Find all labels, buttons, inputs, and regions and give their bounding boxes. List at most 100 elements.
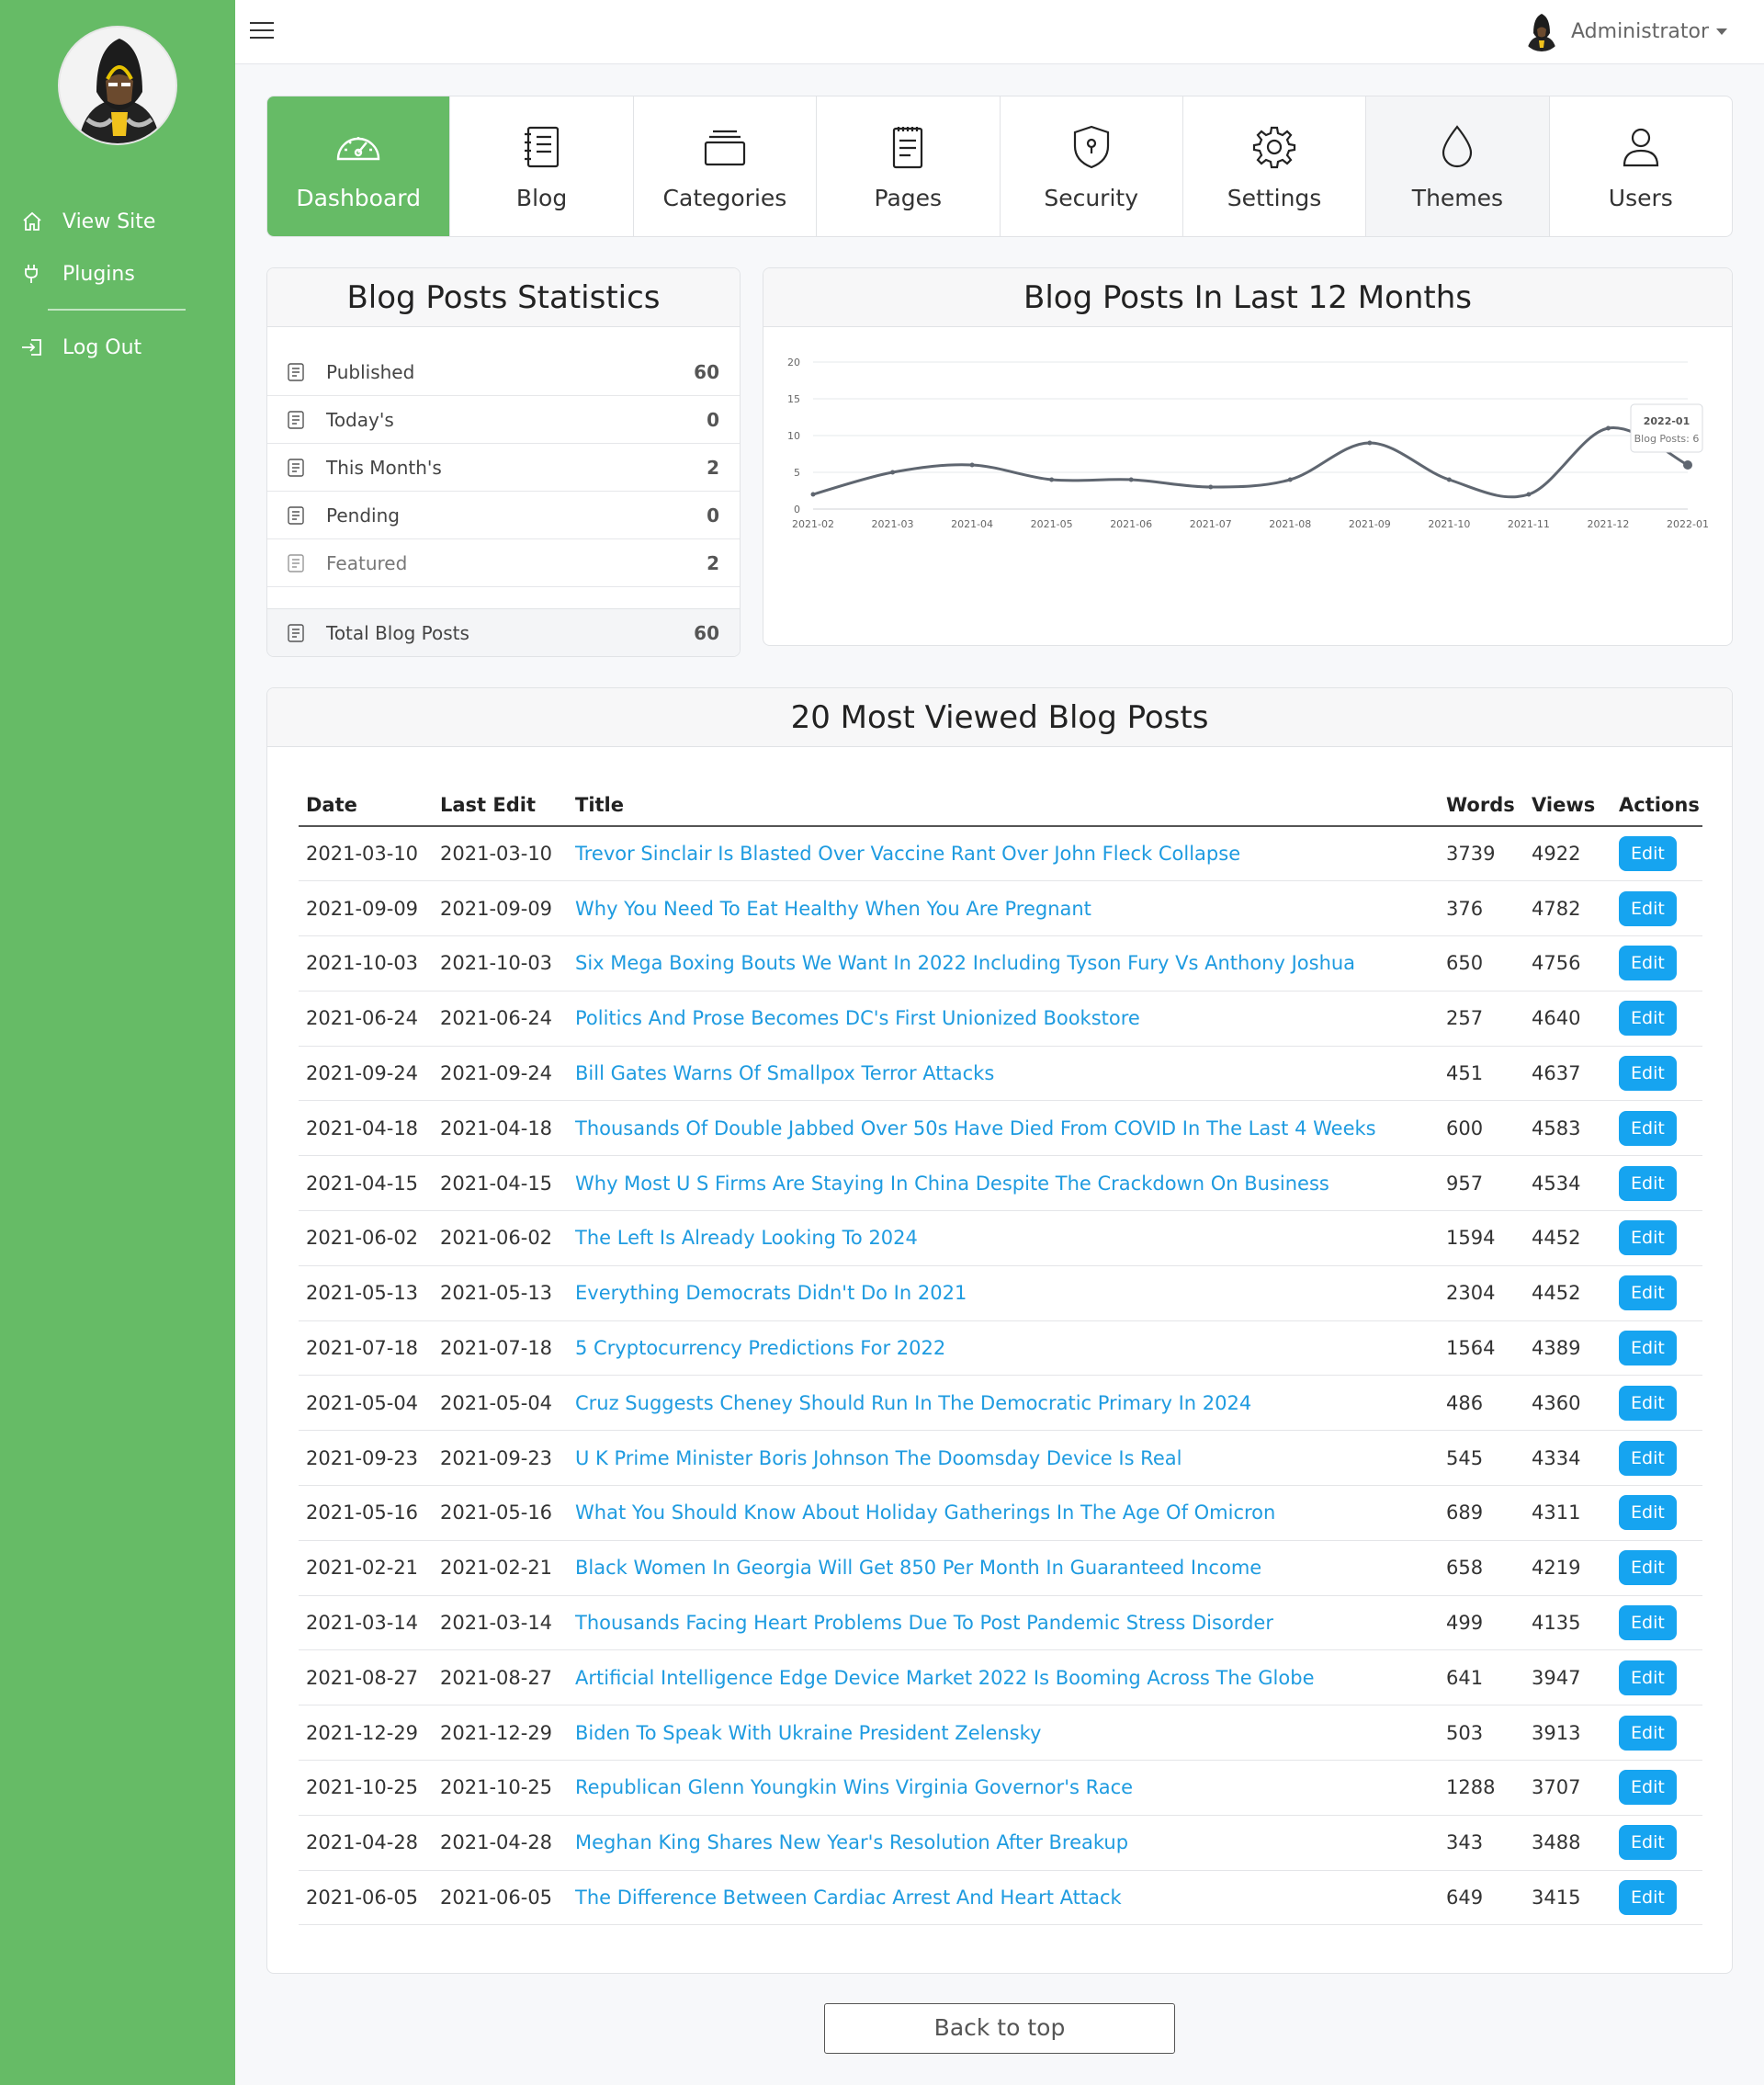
edit-button[interactable]: Edit (1619, 1550, 1677, 1586)
tab-categories[interactable]: Categories (634, 96, 818, 236)
post-last-edit: 2021-06-02 (433, 1210, 568, 1266)
post-words: 1288 (1439, 1760, 1524, 1816)
edit-button[interactable]: Edit (1619, 836, 1677, 872)
post-title-link[interactable]: Thousands Of Double Jabbed Over 50s Have… (568, 1100, 1439, 1157)
post-last-edit: 2021-03-14 (433, 1595, 568, 1651)
edit-button[interactable]: Edit (1619, 1880, 1677, 1916)
post-last-edit: 2021-03-10 (433, 826, 568, 882)
post-title-link[interactable]: Trevor Sinclair Is Blasted Over Vaccine … (568, 826, 1439, 882)
edit-button[interactable]: Edit (1619, 1275, 1677, 1311)
avatar[interactable] (58, 26, 177, 145)
post-date: 2021-05-13 (299, 1265, 433, 1321)
edit-button[interactable]: Edit (1619, 1165, 1677, 1201)
tab-blog[interactable]: Blog (450, 96, 634, 236)
chevron-down-icon (1716, 28, 1727, 35)
edit-button[interactable]: Edit (1619, 1660, 1677, 1695)
user-menu[interactable]: Administrator (1521, 11, 1727, 51)
table-row: 2021-06-05 2021-06-05 The Difference Betwe… (299, 1870, 1702, 1926)
edit-button[interactable]: Edit (1619, 1605, 1677, 1641)
post-views: 4583 (1524, 1100, 1611, 1157)
column-header-title[interactable]: Title (568, 784, 1439, 827)
post-title-link[interactable]: Republican Glenn Youngkin Wins Virginia … (568, 1760, 1439, 1816)
data-point (1683, 460, 1692, 470)
sidebar-item-log-out[interactable]: Log Out (18, 334, 141, 361)
edit-button[interactable]: Edit (1619, 1770, 1677, 1806)
shield-icon (1067, 122, 1116, 185)
logout-icon (18, 334, 46, 361)
stat-label: Total Blog Posts (326, 621, 469, 644)
post-title-link[interactable]: U K Prime Minister Boris Johnson The Doo… (568, 1430, 1439, 1487)
sidebar-item-view-site[interactable]: View Site (18, 208, 155, 235)
post-title-link[interactable]: Politics And Prose Becomes DC's First Un… (568, 991, 1439, 1047)
edit-button[interactable]: Edit (1619, 1331, 1677, 1366)
post-actions: Edit (1611, 1100, 1702, 1157)
table-row: 2021-05-13 2021-05-13 Everything Democrats… (299, 1265, 1702, 1321)
x-tick-label: 2021-10 (1428, 518, 1470, 530)
post-title-link[interactable]: Everything Democrats Didn't Do In 2021 (568, 1265, 1439, 1321)
post-title-link[interactable]: Artificial Intelligence Edge Device Mark… (568, 1649, 1439, 1706)
post-title-link[interactable]: What You Should Know About Holiday Gathe… (568, 1485, 1439, 1541)
edit-button[interactable]: Edit (1619, 1110, 1677, 1146)
post-date: 2021-10-03 (299, 935, 433, 992)
top-bar: Administrator (235, 0, 1764, 64)
edit-button[interactable]: Edit (1619, 1825, 1677, 1861)
post-title-link[interactable]: Biden To Speak With Ukraine President Ze… (568, 1705, 1439, 1762)
edit-button[interactable]: Edit (1619, 1220, 1677, 1256)
tab-pages[interactable]: Pages (817, 96, 1001, 236)
menu-toggle-icon[interactable] (250, 22, 274, 40)
stat-row-featured: Featured 2 (267, 539, 740, 587)
tab-security[interactable]: Security (1001, 96, 1183, 236)
data-point (1446, 477, 1452, 482)
post-words: 957 (1439, 1155, 1524, 1212)
post-title-link[interactable]: Meghan King Shares New Year's Resolution… (568, 1815, 1439, 1871)
data-point (1367, 440, 1373, 446)
edit-button[interactable]: Edit (1619, 1715, 1677, 1751)
column-header-views[interactable]: Views (1524, 784, 1611, 827)
stat-row-this-month: This Month's 2 (267, 444, 740, 492)
post-views: 4637 (1524, 1046, 1611, 1102)
edit-button[interactable]: Edit (1619, 1495, 1677, 1531)
sidebar-item-plugins[interactable]: Plugins (18, 260, 135, 288)
table-row: 2021-07-18 2021-07-18 5 Cryptocurrency Pre… (299, 1320, 1702, 1377)
post-title-link[interactable]: Black Women In Georgia Will Get 850 Per … (568, 1540, 1439, 1596)
post-title-link[interactable]: 5 Cryptocurrency Predictions For 2022 (568, 1320, 1439, 1377)
post-words: 1564 (1439, 1320, 1524, 1377)
column-header-words[interactable]: Words (1439, 784, 1524, 827)
edit-button[interactable]: Edit (1619, 1056, 1677, 1092)
post-title-link[interactable]: Bill Gates Warns Of Smallpox Terror Atta… (568, 1046, 1439, 1102)
data-point (890, 470, 896, 475)
post-title-link[interactable]: The Difference Between Cardiac Arrest An… (568, 1870, 1439, 1926)
post-title-link[interactable]: Why You Need To Eat Healthy When You Are… (568, 880, 1439, 937)
post-title-link[interactable]: The Left Is Already Looking To 2024 (568, 1210, 1439, 1266)
tab-dashboard[interactable]: Dashboard (267, 96, 451, 236)
column-header-last-edit[interactable]: Last Edit (433, 784, 568, 827)
posts-table: Date Last Edit Title Words Views Actions… (299, 784, 1702, 1926)
edit-button[interactable]: Edit (1619, 946, 1677, 981)
data-point (1605, 425, 1611, 431)
post-title-link[interactable]: Why Most U S Firms Are Staying In China … (568, 1155, 1439, 1212)
edit-button[interactable]: Edit (1619, 1440, 1677, 1476)
tab-users[interactable]: Users (1550, 96, 1732, 236)
line-chart[interactable]: 0 5 10 15 20 2021-02 2021-03 2021-04 2021-05 2021… (763, 327, 1733, 645)
post-title-link[interactable]: Cruz Suggests Cheney Should Run In The D… (568, 1375, 1439, 1432)
column-header-date[interactable]: Date (299, 784, 433, 827)
tooltip-value: Blog Posts: 6 (1634, 433, 1700, 445)
post-views: 4219 (1524, 1540, 1611, 1596)
edit-button[interactable]: Edit (1619, 890, 1677, 926)
home-icon (18, 208, 46, 235)
post-title-link[interactable]: Thousands Facing Heart Problems Due To P… (568, 1595, 1439, 1651)
tab-themes[interactable]: Themes (1366, 96, 1550, 236)
x-tick-label: 2021-05 (1031, 518, 1073, 530)
post-actions: Edit (1611, 1595, 1702, 1651)
stat-label: Published (326, 360, 415, 383)
post-date: 2021-02-21 (299, 1540, 433, 1596)
post-icon (288, 505, 304, 525)
tab-settings[interactable]: Settings (1183, 96, 1367, 236)
post-title-link[interactable]: Six Mega Boxing Bouts We Want In 2022 In… (568, 935, 1439, 992)
edit-button[interactable]: Edit (1619, 1385, 1677, 1421)
data-point (1287, 477, 1293, 482)
back-to-top-button[interactable]: Back to top (824, 2003, 1175, 2054)
stat-value: 2 (707, 456, 719, 479)
edit-button[interactable]: Edit (1619, 1001, 1677, 1037)
post-last-edit: 2021-09-23 (433, 1430, 568, 1487)
